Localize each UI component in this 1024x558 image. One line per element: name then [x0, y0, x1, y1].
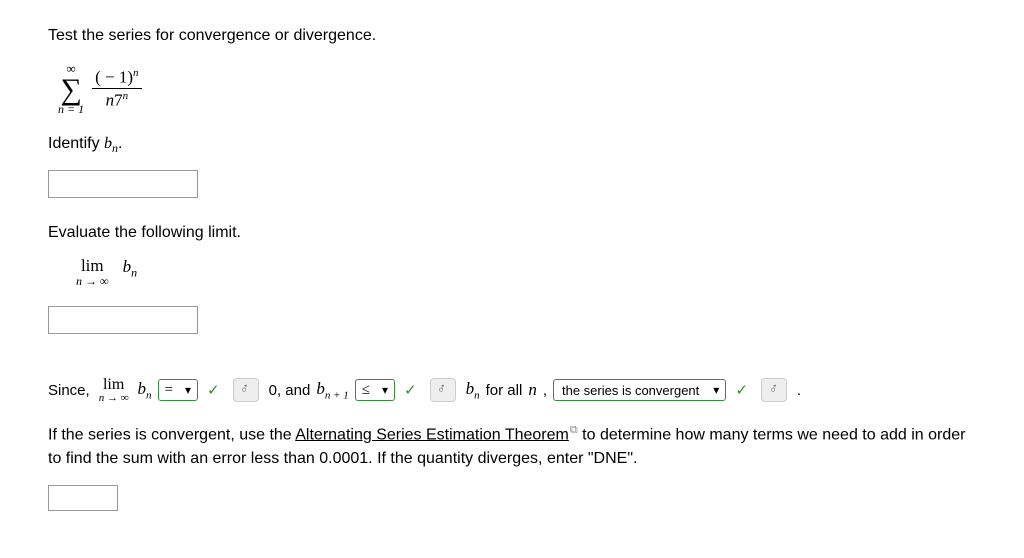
for-all-text: for all — [486, 382, 523, 399]
since-label: Since, — [48, 382, 90, 399]
chevron-down-icon: ▾ — [179, 380, 197, 400]
check-icon: ✓ — [207, 381, 220, 399]
sigma-notation: ∞ ∑ n = 1 — [58, 62, 84, 115]
grade-button-3[interactable]: ♂ — [761, 378, 787, 402]
num-terms-input[interactable] — [48, 485, 118, 511]
external-link-icon: ⧉ — [570, 424, 578, 436]
chevron-down-icon: ▾ — [376, 380, 394, 400]
final-period: . — [797, 382, 801, 399]
series-expression: ∞ ∑ n = 1 ( − 1)n n7n — [58, 60, 976, 115]
closing-paragraph: If the series is convergent, use the Alt… — [48, 422, 968, 471]
limit-operator: lim n → ∞ — [76, 257, 109, 287]
identify-bn-label: Identify bn. — [48, 135, 976, 156]
relation-select-1[interactable]: = ▾ — [158, 379, 199, 401]
wand-icon: ♂ — [766, 381, 781, 400]
bn-inline-2: bn — [466, 379, 480, 401]
fraction-numerator: ( − 1)n — [92, 67, 141, 89]
bn-plus-1: bn + 1 — [316, 379, 348, 401]
conclusion-select[interactable]: the series is convergent ▾ — [553, 379, 726, 401]
bn-input[interactable] — [48, 170, 198, 198]
series-term-fraction: ( − 1)n n7n — [92, 67, 141, 111]
evaluate-limit-heading: Evaluate the following limit. — [48, 221, 976, 245]
zero-and-text: 0, and — [269, 382, 311, 399]
check-icon: ✓ — [735, 381, 748, 399]
conclusion-row: Since, lim n → ∞ bn = ▾ ✓ ♂ 0, and bn + … — [48, 377, 976, 404]
limit-input[interactable] — [48, 306, 198, 334]
wand-icon: ♂ — [435, 381, 450, 400]
limit-variable: bn — [123, 257, 138, 280]
sum-lower-limit: n = 1 — [58, 103, 84, 116]
bn-inline: bn — [138, 379, 152, 401]
n-var: n — [528, 380, 537, 400]
check-icon: ✓ — [404, 381, 417, 399]
relation-select-2[interactable]: ≤ ▾ — [355, 379, 395, 401]
fraction-denominator: n7n — [106, 89, 129, 110]
grade-button-2[interactable]: ♂ — [430, 378, 456, 402]
aset-theorem-link[interactable]: Alternating Series Estimation Theorem — [295, 426, 569, 443]
limit-expression: lim n → ∞ bn — [76, 257, 976, 287]
inline-limit: lim n → ∞ — [99, 377, 129, 404]
wand-icon: ♂ — [238, 381, 253, 400]
grade-button-1[interactable]: ♂ — [233, 378, 259, 402]
question-prompt: Test the series for convergence or diver… — [48, 24, 976, 48]
chevron-down-icon: ▾ — [707, 380, 725, 400]
sigma-icon: ∑ — [60, 76, 81, 103]
